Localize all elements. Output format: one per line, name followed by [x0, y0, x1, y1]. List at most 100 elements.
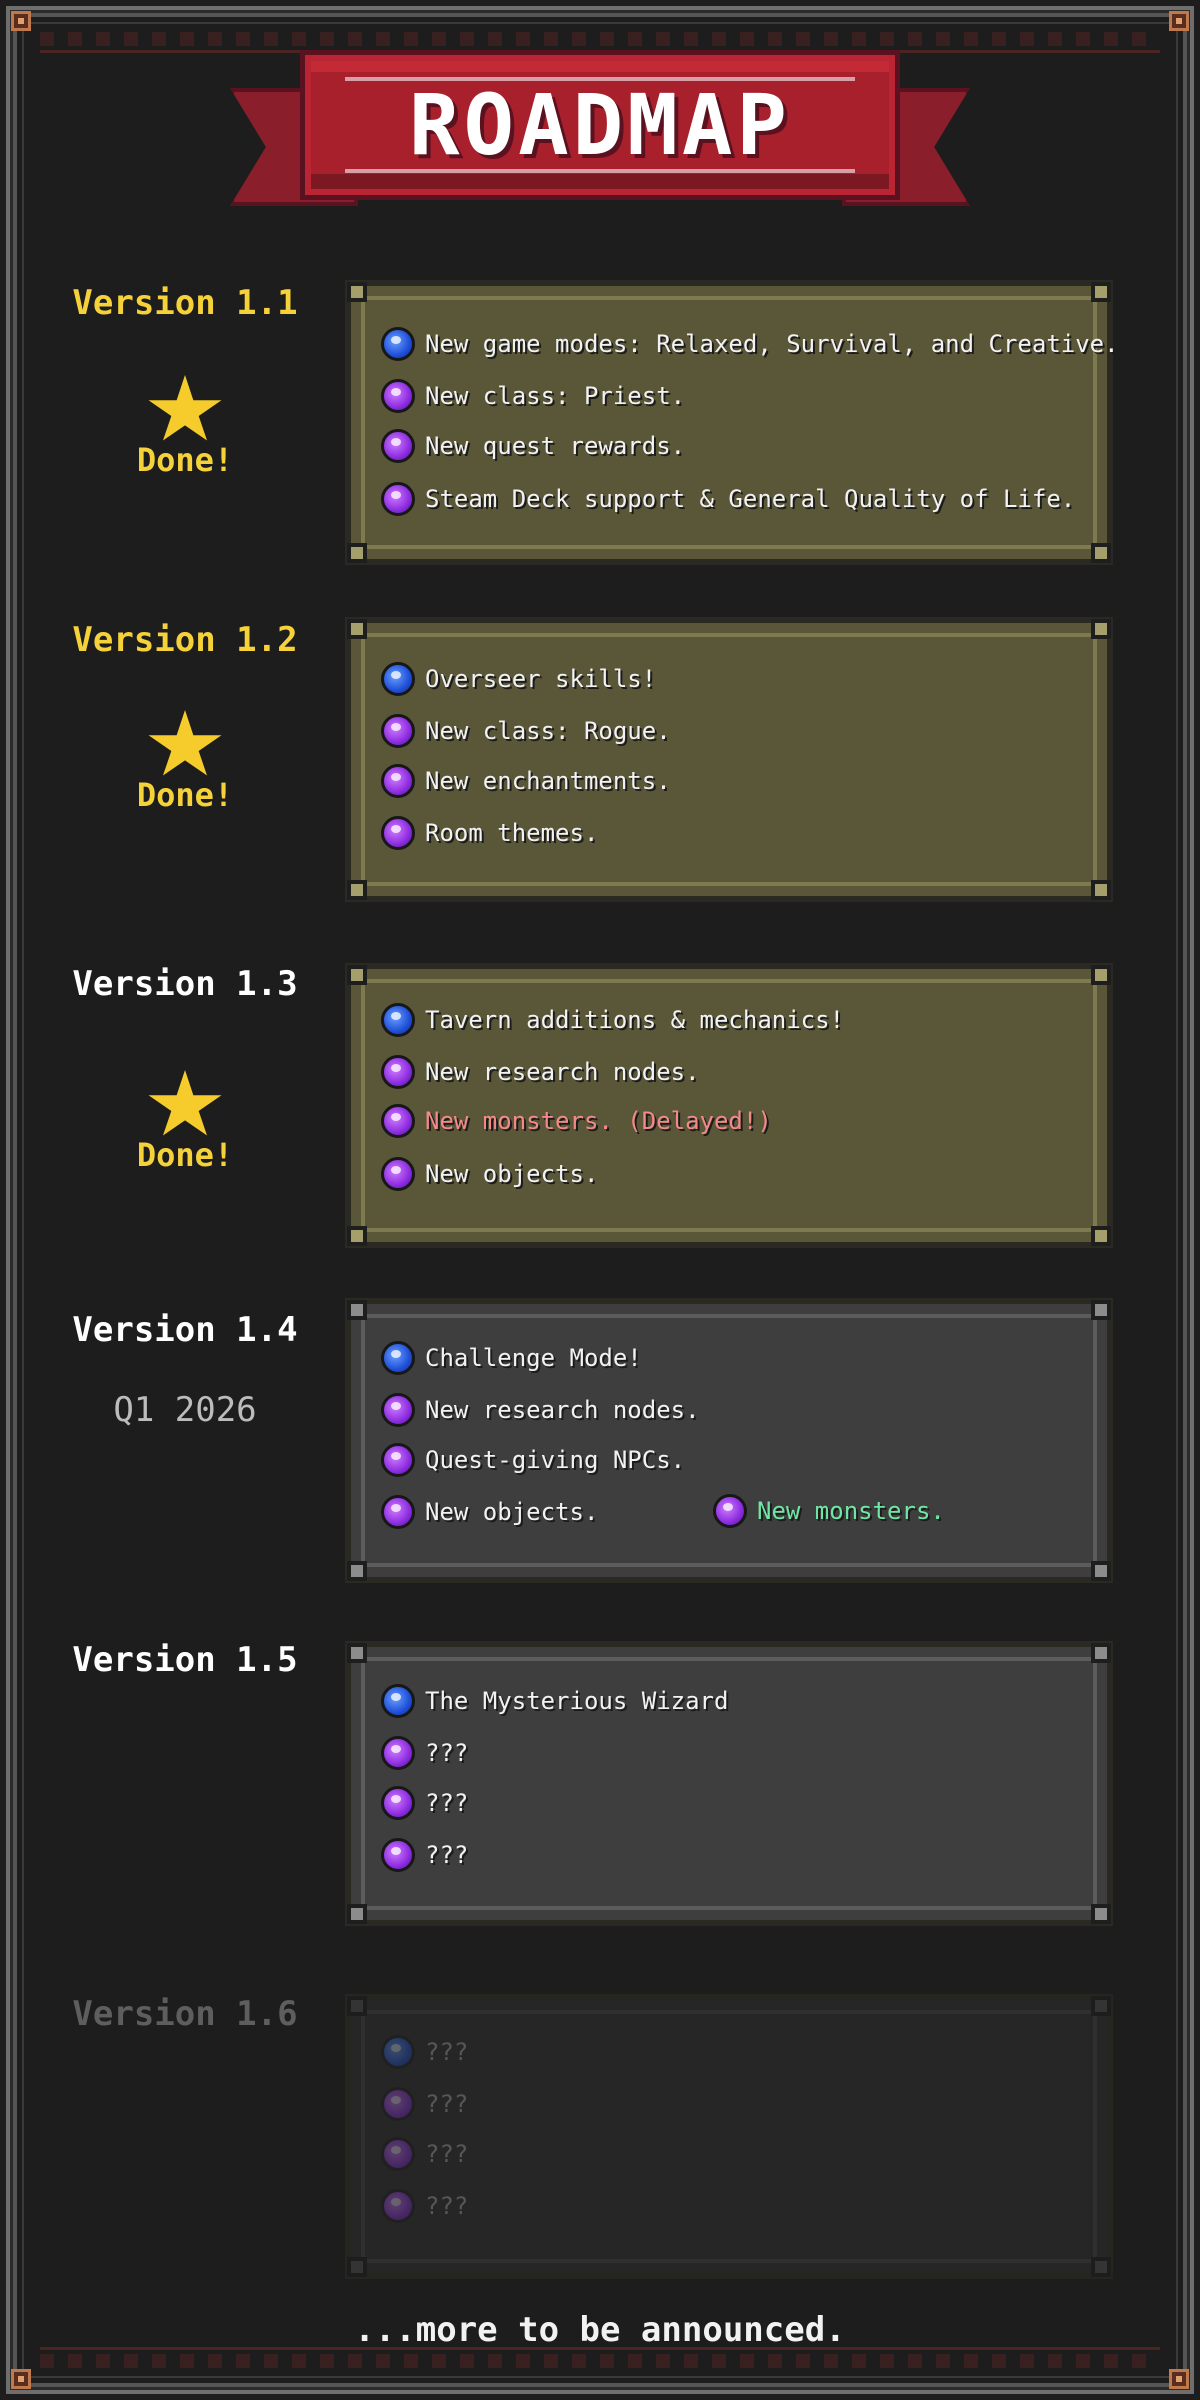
list-item: ??? [381, 2184, 468, 2228]
title-banner: ROADMAP [230, 50, 970, 220]
blue-orb-icon [381, 662, 415, 696]
footer-note: ...more to be announced. [354, 2310, 846, 2350]
list-item: ??? [381, 1833, 468, 1877]
star-icon [148, 375, 222, 441]
blue-orb-icon [381, 1003, 415, 1037]
item-text: ??? [425, 2090, 469, 2118]
ribbon-main: ROADMAP [300, 50, 900, 200]
item-text: New research nodes. [425, 1396, 700, 1424]
item-text: Challenge Mode! [425, 1344, 642, 1372]
done-label: Done! [136, 1136, 234, 1174]
list-item: Overseer skills! [381, 657, 656, 701]
item-text: New class: Priest. [425, 382, 686, 410]
list-item: New research nodes. [381, 1050, 700, 1094]
purple-orb-icon [381, 816, 415, 850]
item-text: New research nodes. [425, 1058, 700, 1086]
done-label: Done! [136, 776, 234, 814]
list-item: New enchantments. [381, 759, 671, 803]
list-item: New quest rewards. [381, 424, 685, 468]
item-text: New class: Rogue. [425, 717, 671, 745]
version-panel: ??? ??? ??? ??? [345, 1994, 1113, 2279]
item-text: ??? [425, 2140, 469, 2168]
item-text: Overseer skills! [425, 665, 657, 693]
purple-orb-icon [381, 1104, 415, 1138]
list-item: ??? [381, 2132, 468, 2176]
purple-orb-icon [381, 1157, 415, 1191]
list-item: New monsters. [713, 1489, 945, 1533]
version-label: Version 1.5 [72, 1640, 298, 1680]
list-item: New class: Priest. [381, 374, 685, 418]
item-text: The Mysterious Wizard [425, 1687, 729, 1715]
top-meander-ornament [40, 32, 1160, 46]
purple-orb-icon [381, 764, 415, 798]
item-text: Tavern additions & mechanics! [425, 1006, 845, 1034]
corner-ornament-icon [1162, 2362, 1196, 2396]
item-text: Steam Deck support & General Quality of … [425, 485, 1076, 513]
item-text: ??? [425, 1739, 469, 1767]
version-panel: The Mysterious Wizard ??? ??? ??? [345, 1641, 1113, 1926]
version-panel: New game modes: Relaxed, Survival, and C… [345, 280, 1119, 565]
blue-orb-icon [381, 2035, 415, 2069]
done-label: Done! [136, 441, 234, 479]
list-item: Challenge Mode! [381, 1336, 642, 1380]
delayed-item-text: New monsters. (Delayed!) [425, 1107, 772, 1135]
item-text: New game modes: Relaxed, Survival, and C… [425, 330, 1119, 358]
version-label: Version 1.4 [72, 1310, 298, 1350]
list-item: New game modes: Relaxed, Survival, and C… [381, 322, 1119, 366]
purple-orb-icon [381, 1393, 415, 1427]
page-title: ROADMAP [408, 76, 791, 174]
done-status: Done! [110, 710, 260, 814]
purple-orb-icon [381, 2137, 415, 2171]
purple-orb-icon [381, 379, 415, 413]
list-item: Quest-giving NPCs. [381, 1438, 685, 1482]
item-text: ??? [425, 1841, 469, 1869]
list-item: The Mysterious Wizard [381, 1679, 728, 1723]
purple-orb-icon [381, 1443, 415, 1477]
purple-orb-icon [381, 2087, 415, 2121]
blue-orb-icon [381, 1341, 415, 1375]
version-label: Version 1.1 [72, 283, 298, 323]
purple-orb-icon [381, 1495, 415, 1529]
star-icon [148, 710, 222, 776]
purple-orb-icon [381, 714, 415, 748]
list-item: Steam Deck support & General Quality of … [381, 477, 1075, 521]
version-label: Version 1.6 [72, 1994, 298, 2034]
item-text: ??? [425, 2192, 469, 2220]
version-panel: Challenge Mode! New research nodes. Ques… [345, 1298, 1113, 1583]
purple-orb-icon [381, 1838, 415, 1872]
purple-orb-icon [381, 2189, 415, 2223]
item-text: Quest-giving NPCs. [425, 1446, 686, 1474]
item-text: New objects. [425, 1498, 599, 1526]
item-text: New enchantments. [425, 767, 671, 795]
item-text: Room themes. [425, 819, 599, 847]
corner-ornament-icon [1162, 4, 1196, 38]
roadmap-frame: ROADMAP Version 1.1 Done! New game modes… [0, 0, 1200, 2400]
list-item: New research nodes. [381, 1388, 700, 1432]
list-item: New class: Rogue. [381, 709, 671, 753]
item-text: ??? [425, 1789, 469, 1817]
version-panel: Tavern additions & mechanics! New resear… [345, 963, 1113, 1248]
blue-orb-icon [381, 327, 415, 361]
list-item: New objects. [381, 1490, 598, 1534]
list-item: ??? [381, 1781, 468, 1825]
list-item: Room themes. [381, 811, 598, 855]
list-item: New monsters. (Delayed!) [381, 1099, 772, 1143]
item-text: ??? [425, 2038, 469, 2066]
corner-ornament-icon [4, 4, 38, 38]
list-item: ??? [381, 1731, 468, 1775]
list-item: New objects. [381, 1152, 598, 1196]
list-item: Tavern additions & mechanics! [381, 998, 844, 1042]
corner-ornament-icon [4, 2362, 38, 2396]
version-label: Version 1.3 [72, 964, 298, 1004]
star-icon [148, 1070, 222, 1136]
blue-orb-icon [381, 1684, 415, 1718]
highlight-item-text: New monsters. [757, 1497, 945, 1525]
purple-orb-icon [381, 1736, 415, 1770]
purple-orb-icon [381, 482, 415, 516]
done-status: Done! [110, 1070, 260, 1174]
purple-orb-icon [381, 429, 415, 463]
list-item: ??? [381, 2082, 468, 2126]
item-text: New quest rewards. [425, 432, 686, 460]
list-item: ??? [381, 2030, 468, 2074]
release-quarter: Q1 2026 [113, 1390, 257, 1430]
